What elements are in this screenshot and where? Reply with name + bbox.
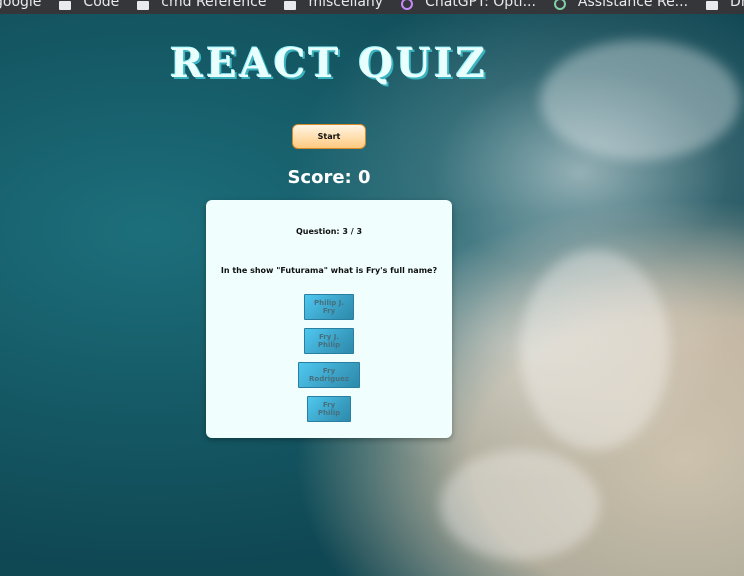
bookmark-cmd-reference[interactable]: cmd Reference — [137, 0, 284, 10]
score-display: Score: 0 — [287, 167, 371, 188]
answer-button[interactable]: Fry J. Philip — [304, 328, 354, 354]
bookmark-label: google — [0, 0, 42, 10]
answer-list: Philip J. Fry Fry J. Philip Fry Rodrigue… — [206, 294, 452, 430]
bookmark-label: cmd Reference — [161, 0, 267, 10]
chatgpt-icon — [553, 0, 566, 10]
start-button[interactable]: Start — [292, 124, 366, 149]
bookmark-dmo[interactable]: Dmo — [706, 0, 744, 10]
bookmark-label: Code — [83, 0, 120, 10]
answer-button[interactable]: Fry Philip — [307, 396, 351, 422]
bookmark-assistance[interactable]: Assistance Re... — [553, 0, 706, 10]
question-card: Question: 3 / 3 In the show "Futurama" w… — [206, 200, 452, 438]
answer-button[interactable]: Fry Rodriguez — [298, 362, 360, 388]
bookmark-code[interactable]: Code — [59, 0, 137, 10]
bookmarks-bar: google Code cmd Reference miscellany Cha… — [0, 0, 744, 14]
chatgpt-icon — [401, 0, 414, 10]
folder-icon — [59, 0, 72, 10]
bookmark-label: miscellany — [308, 0, 384, 10]
folder-icon — [137, 0, 150, 10]
question-number: Question: 3 / 3 — [295, 227, 363, 236]
app-title: REACT QUIZ — [170, 40, 488, 87]
bookmark-label: ChatGPT: Opti... — [425, 0, 536, 10]
folder-icon — [284, 0, 297, 10]
folder-icon — [706, 0, 719, 10]
bookmark-label: Assistance Re... — [577, 0, 689, 10]
answer-button[interactable]: Philip J. Fry — [304, 294, 354, 320]
bookmark-google[interactable]: google — [0, 0, 59, 9]
question-text: In the show "Futurama" what is Fry's ful… — [220, 266, 438, 275]
bookmark-chatgpt[interactable]: ChatGPT: Opti... — [401, 0, 554, 10]
bookmark-label: Dmo — [730, 0, 744, 10]
bookmark-miscellany[interactable]: miscellany — [284, 0, 401, 10]
